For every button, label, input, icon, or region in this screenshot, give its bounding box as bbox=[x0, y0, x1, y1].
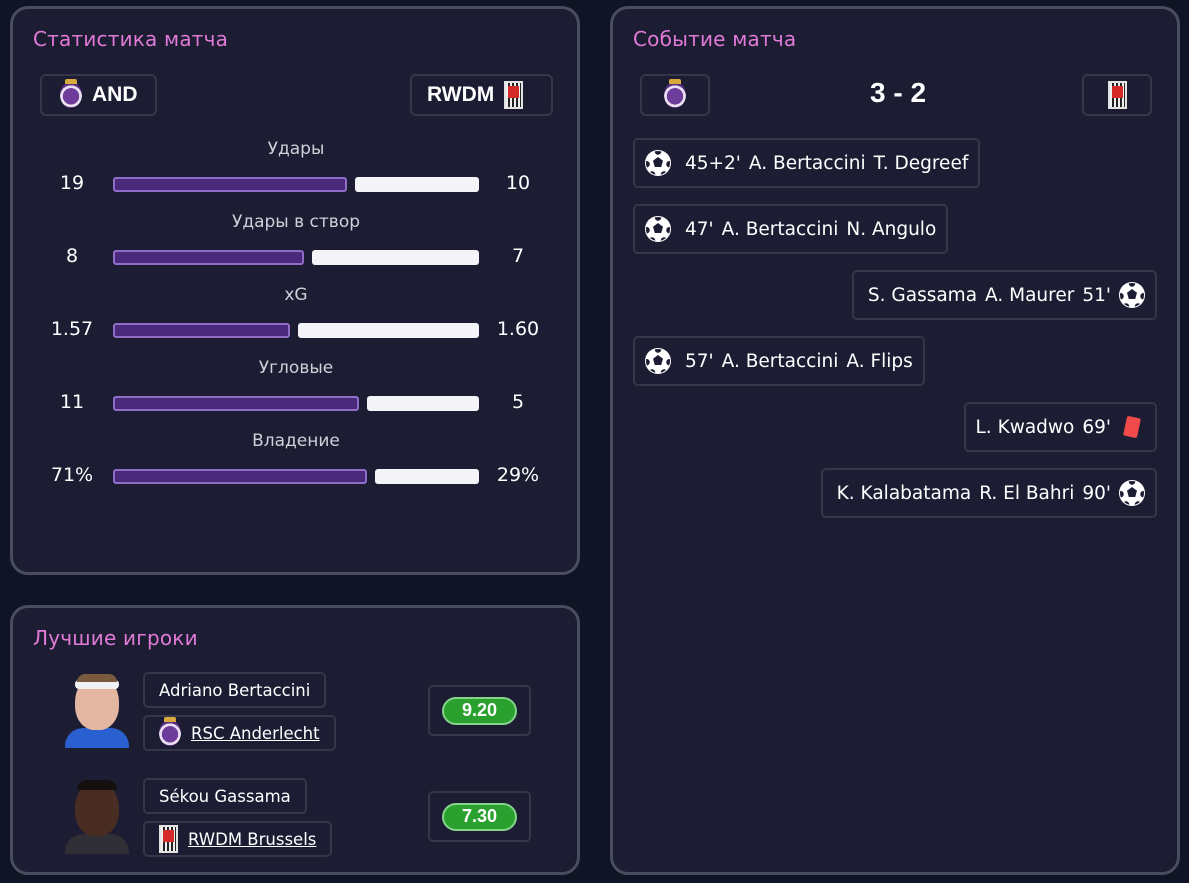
event-minute: 69' bbox=[1082, 416, 1111, 438]
match-event-away-goal[interactable]: K. Kalabatama R. El Bahri 90' bbox=[820, 468, 1157, 518]
stat-label: Удары bbox=[267, 139, 325, 159]
event-player: R. El Bahri bbox=[979, 482, 1075, 504]
soccer-ball-icon bbox=[645, 348, 671, 374]
stat-away-value: 7 bbox=[511, 245, 525, 267]
player-rating-badge: 7.30 bbox=[442, 802, 517, 831]
rwdm-logo-icon bbox=[159, 825, 178, 853]
soccer-ball-icon bbox=[645, 150, 671, 176]
stat-home-bar bbox=[113, 396, 359, 411]
stat-home-value: 71% bbox=[50, 464, 94, 486]
player-rating-box: 7.30 bbox=[428, 791, 531, 842]
home-team-name: AND bbox=[92, 83, 138, 106]
stat-away-value: 10 bbox=[505, 172, 531, 194]
player-name: Adriano Bertaccini bbox=[159, 680, 311, 700]
match-events-panel: Событие матча 3 - 2 45+2' A. Bertaccini … bbox=[610, 6, 1180, 875]
stat-label: Угловые bbox=[258, 358, 334, 378]
player-name-chip[interactable]: Adriano Bertaccini bbox=[143, 672, 327, 708]
player-rating-box: 9.20 bbox=[428, 685, 531, 736]
away-team-logo-chip[interactable] bbox=[1082, 74, 1152, 116]
event-minute: 90' bbox=[1082, 482, 1111, 504]
match-event-home-goal[interactable]: 47' A. Bertaccini N. Angulo bbox=[633, 204, 949, 254]
stat-away-value: 1.60 bbox=[496, 318, 540, 340]
top-players-panel: Лучшие игроки Adriano Bertaccini RSC And… bbox=[10, 605, 580, 875]
match-event-away-goal[interactable]: S. Gassama A. Maurer 51' bbox=[851, 270, 1157, 320]
stat-label: Владение bbox=[252, 431, 340, 451]
red-card-icon bbox=[1123, 415, 1141, 439]
player-name-chip[interactable]: Sékou Gassama bbox=[143, 778, 307, 814]
stat-away-bar bbox=[312, 250, 479, 265]
player-club-link[interactable]: RSC Anderlecht bbox=[191, 724, 320, 743]
stat-home-bar bbox=[113, 250, 304, 265]
stat-away-bar bbox=[355, 177, 479, 192]
stat-home-bar bbox=[113, 323, 290, 338]
stat-home-value: 19 bbox=[59, 172, 85, 194]
event-assist: N. Angulo bbox=[846, 218, 937, 240]
anderlecht-logo-icon bbox=[664, 79, 686, 108]
stat-away-value: 29% bbox=[496, 464, 540, 486]
player-name: Sékou Gassama bbox=[159, 786, 291, 806]
stat-away-value: 5 bbox=[511, 391, 525, 413]
soccer-ball-icon bbox=[1119, 282, 1145, 308]
soccer-ball-icon bbox=[645, 216, 671, 242]
home-team-logo-chip[interactable] bbox=[640, 74, 710, 116]
match-event-away-red-card[interactable]: L. Kwadwo 69' bbox=[963, 402, 1157, 452]
stat-away-bar bbox=[375, 469, 479, 484]
soccer-ball-icon bbox=[1119, 480, 1145, 506]
player-club-chip[interactable]: RSC Anderlecht bbox=[143, 715, 336, 751]
event-player: A. Maurer bbox=[985, 284, 1075, 306]
away-team-chip[interactable]: RWDM bbox=[410, 74, 553, 116]
event-player: A. Bertaccini bbox=[748, 152, 866, 174]
top-players-title: Лучшие игроки bbox=[33, 626, 198, 650]
event-minute: 57' bbox=[685, 350, 714, 372]
stat-label: Удары в створ bbox=[231, 212, 361, 232]
rwdm-logo-icon bbox=[504, 81, 524, 109]
event-assist: T. Degreef bbox=[873, 152, 969, 174]
stat-home-value: 1.57 bbox=[50, 318, 94, 340]
event-minute: 51' bbox=[1082, 284, 1111, 306]
player-photo[interactable] bbox=[65, 774, 129, 854]
anderlecht-logo-icon bbox=[60, 79, 82, 108]
stat-home-value: 11 bbox=[59, 391, 85, 413]
stat-away-bar bbox=[298, 323, 479, 338]
event-player: A. Bertaccini bbox=[721, 218, 839, 240]
event-minute: 47' bbox=[685, 218, 714, 240]
stat-home-bar bbox=[113, 177, 347, 192]
player-photo[interactable] bbox=[65, 668, 129, 748]
match-stats-title: Статистика матча bbox=[33, 27, 229, 51]
match-stats-panel: Статистика матча AND RWDM Удары 19 10 Удары… bbox=[10, 6, 580, 575]
stat-home-bar bbox=[113, 469, 367, 484]
event-minute: 45+2' bbox=[685, 152, 741, 174]
stat-away-bar bbox=[367, 396, 479, 411]
match-event-home-goal[interactable]: 45+2' A. Bertaccini T. Degreef bbox=[633, 138, 981, 188]
event-assist: A. Flips bbox=[846, 350, 913, 372]
player-club-link[interactable]: RWDM Brussels bbox=[188, 830, 316, 849]
event-assist: S. Gassama bbox=[867, 284, 978, 306]
match-events-title: Событие матча bbox=[633, 27, 797, 51]
anderlecht-logo-icon bbox=[159, 717, 181, 746]
match-event-home-goal[interactable]: 57' A. Bertaccini A. Flips bbox=[633, 336, 925, 386]
player-rating-badge: 9.20 bbox=[442, 696, 517, 725]
event-assist: K. Kalabatama bbox=[836, 482, 972, 504]
match-score: 3 - 2 bbox=[869, 77, 927, 108]
player-club-chip[interactable]: RWDM Brussels bbox=[143, 821, 333, 857]
stat-label: xG bbox=[284, 285, 308, 305]
stat-home-value: 8 bbox=[65, 245, 79, 267]
event-player: L. Kwadwo bbox=[975, 416, 1075, 438]
home-team-chip[interactable]: AND bbox=[40, 74, 157, 116]
event-player: A. Bertaccini bbox=[721, 350, 839, 372]
rwdm-logo-icon bbox=[1107, 81, 1127, 109]
away-team-name: RWDM bbox=[427, 83, 495, 106]
